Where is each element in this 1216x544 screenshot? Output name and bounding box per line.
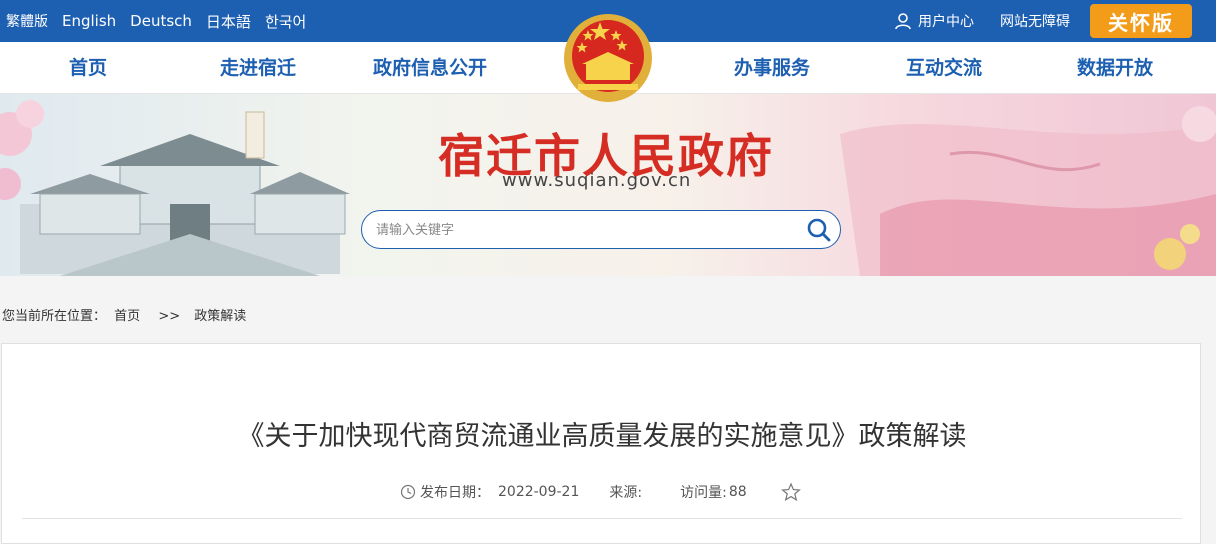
clock-icon — [400, 484, 416, 500]
lang-traditional-link[interactable]: 繁體版 — [6, 11, 48, 31]
publish-date-value: 2022-09-21 — [498, 484, 580, 500]
article-meta: 发布日期： 2022-09-21 来源: 访问量: 88 — [400, 482, 801, 502]
search-icon[interactable] — [806, 217, 832, 243]
language-switcher: 繁體版 English Deutsch 日本語 한국어 — [6, 0, 320, 42]
breadcrumb-separator: >> — [158, 309, 181, 324]
user-icon — [895, 13, 911, 30]
breadcrumb-current-link[interactable]: 政策解读 — [194, 309, 246, 324]
nav-item-interaction[interactable]: 互动交流 — [906, 42, 982, 94]
source-label: 来源: — [609, 485, 643, 501]
publish-date-label: 发布日期： — [420, 485, 490, 501]
header-banner: 宿迁市人民政府 www.suqian.gov.cn — [0, 94, 1216, 276]
user-center-label: 用户中心 — [918, 14, 974, 30]
top-right-links: 用户中心 网站无障碍 关怀版 — [894, 0, 1192, 42]
lang-german-link[interactable]: Deutsch — [130, 12, 192, 30]
nav-item-open-data[interactable]: 数据开放 — [1077, 42, 1153, 94]
article-panel: 《关于加快现代商贸流通业高质量发展的实施意见》政策解读 发布日期： 2022-0… — [1, 343, 1201, 544]
nav-item-services[interactable]: 办事服务 — [734, 42, 810, 94]
breadcrumb-home-link[interactable]: 首页 — [114, 309, 140, 324]
nav-item-home[interactable]: 首页 — [69, 42, 107, 94]
breadcrumb: 您当前所在位置： 首页 >> 政策解读 — [2, 305, 250, 324]
user-center-link[interactable]: 用户中心 — [894, 11, 974, 31]
breadcrumb-label: 您当前所在位置： — [2, 309, 107, 324]
lang-english-link[interactable]: English — [62, 12, 116, 30]
search-box — [361, 210, 841, 249]
lang-japanese-link[interactable]: 日本語 — [206, 11, 251, 32]
care-mode-button[interactable]: 关怀版 — [1090, 4, 1192, 38]
lang-korean-link[interactable]: 한국어 — [265, 11, 306, 32]
star-icon[interactable] — [780, 482, 801, 502]
accessibility-link[interactable]: 网站无障碍 — [1000, 11, 1070, 31]
article-title: 《关于加快现代商贸流通业高质量发展的实施意见》政策解读 — [237, 421, 967, 452]
search-input[interactable] — [376, 219, 796, 241]
nav-item-gov-info[interactable]: 政府信息公开 — [373, 42, 487, 94]
visits-count: 88 — [728, 484, 747, 500]
national-emblem-icon[interactable] — [544, 0, 672, 106]
site-url: www.suqian.gov.cn — [502, 170, 692, 191]
visits-label: 访问量: — [680, 485, 727, 501]
nav-item-about[interactable]: 走进宿迁 — [220, 42, 296, 94]
meta-divider — [22, 518, 1182, 519]
